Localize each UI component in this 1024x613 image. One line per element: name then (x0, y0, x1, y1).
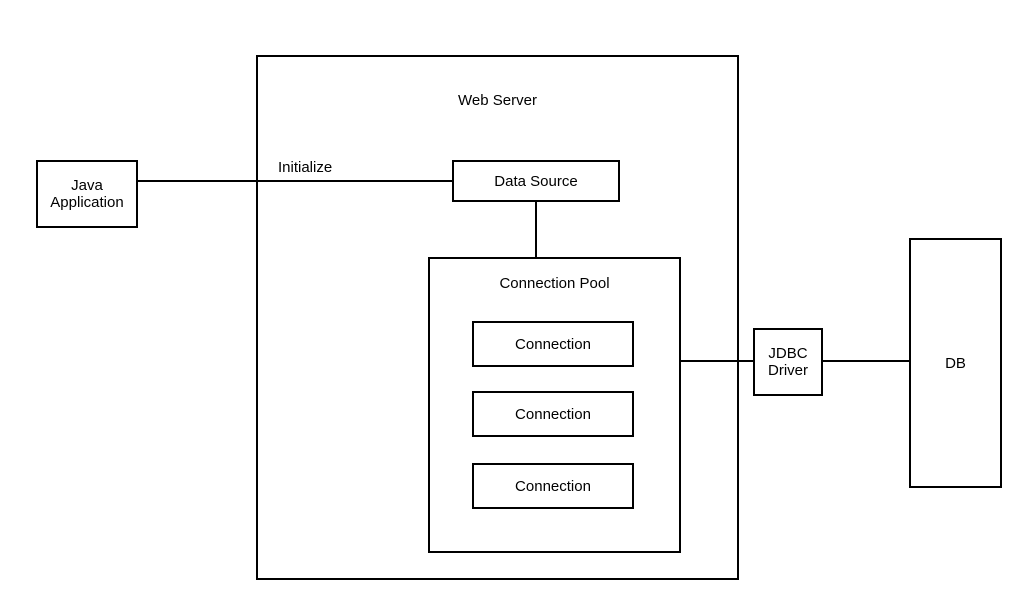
connection-box-2: Connection (472, 391, 634, 437)
connection-text-2: Connection (515, 406, 591, 423)
connection-box-1: Connection (472, 321, 634, 367)
connection-box-3: Connection (472, 463, 634, 509)
line-javaapp-to-datasource (138, 180, 452, 182)
connection-text-1: Connection (515, 336, 591, 353)
java-application-text: Java Application (50, 177, 123, 211)
db-text: DB (945, 355, 966, 372)
line-jdbc-to-db (823, 360, 909, 362)
jdbc-driver-box: JDBC Driver (753, 328, 823, 396)
web-server-label: Web Server (258, 92, 737, 109)
initialize-text: Initialize (278, 159, 332, 176)
connection-pool-label: Connection Pool (430, 275, 679, 292)
initialize-label: Initialize (278, 159, 332, 176)
data-source-box: Data Source (452, 160, 620, 202)
line-datasource-to-pool (535, 202, 537, 257)
jdbc-driver-text: JDBC Driver (768, 345, 808, 379)
db-box: DB (909, 238, 1002, 488)
connection-pool-container: Connection Pool Connection Connection Co… (428, 257, 681, 553)
web-server-text: Web Server (458, 92, 537, 109)
line-pool-to-jdbc (681, 360, 753, 362)
connection-pool-text: Connection Pool (499, 275, 609, 292)
connection-text-3: Connection (515, 478, 591, 495)
data-source-text: Data Source (494, 173, 577, 190)
java-application-box: Java Application (36, 160, 138, 228)
